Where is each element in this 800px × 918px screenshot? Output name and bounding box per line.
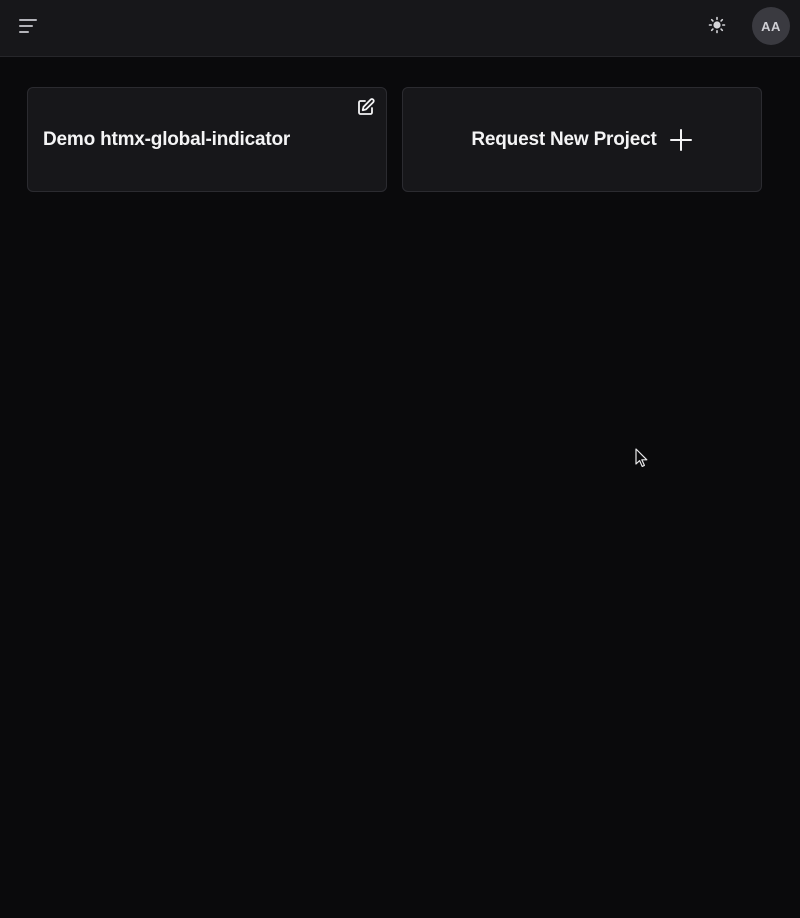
project-card[interactable]: Demo htmx-global-indicator — [27, 87, 387, 192]
request-new-project-label: Request New Project — [471, 128, 657, 150]
mouse-cursor-icon — [635, 448, 648, 467]
request-new-project-card[interactable]: Request New Project — [402, 87, 762, 192]
edit-icon — [358, 98, 375, 115]
top-bar: AA — [0, 0, 800, 57]
edit-project-button[interactable] — [356, 97, 376, 117]
user-avatar[interactable]: AA — [752, 7, 790, 45]
menu-icon — [19, 19, 37, 33]
plus-icon — [669, 128, 692, 151]
theme-toggle-button[interactable] — [704, 12, 730, 38]
project-title: Demo htmx-global-indicator — [43, 129, 291, 150]
avatar-initials: AA — [761, 18, 781, 34]
menu-button[interactable] — [14, 12, 42, 40]
sun-icon — [708, 16, 726, 34]
